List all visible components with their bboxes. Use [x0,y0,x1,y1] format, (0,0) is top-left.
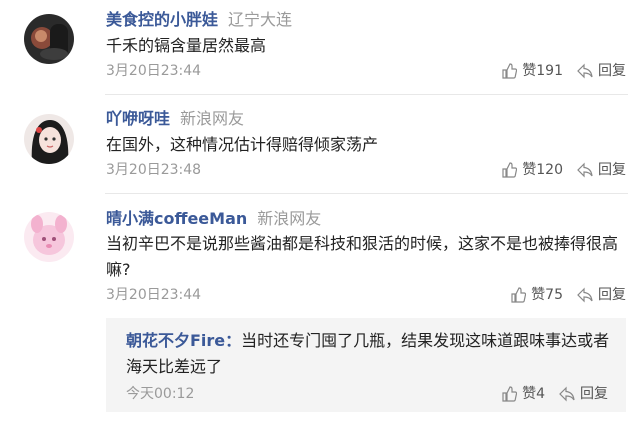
reply-button[interactable]: 回复 [577,160,626,180]
comment-text: 在国外，这种情况估计得赔得倾家荡产 [106,135,379,154]
thumbs-up-icon [502,386,518,402]
comment-meta: 3月20日23:48 赞120 回复 [106,160,626,180]
avatar-pink-character-icon [24,212,74,262]
user-location: 新浪网友 [180,109,245,128]
username[interactable]: 美食控的小胖娃 [106,10,218,29]
like-button[interactable]: 赞191 [501,61,563,81]
like-button[interactable]: 赞4 [501,384,545,404]
comment-header: 吖咿呀哇 新浪网友 [106,109,244,129]
timestamp: 3月20日23:44 [106,63,202,79]
avatar[interactable] [24,114,74,164]
reply-meta: 今天00:12 赞4 回复 [126,384,608,404]
thumbs-up-icon [511,287,527,303]
user-location: 辽宁大连 [228,10,293,29]
divider [105,94,628,95]
like-count: 赞4 [522,386,545,402]
like-button[interactable]: 赞120 [501,160,563,180]
reply-arrow-icon [577,162,593,178]
reply-arrow-icon [577,63,593,79]
reply-content: 朝花不夕Fire：当时还专门囤了几瓶，结果发现这味道跟味事达或者海天比差远了 [126,328,616,380]
reply-button[interactable]: 回复 [577,61,626,81]
like-count: 赞75 [531,287,563,303]
reply-button[interactable]: 回复 [559,384,608,404]
reply-label: 回复 [598,162,626,178]
divider [105,193,628,194]
thumbs-up-icon [502,162,518,178]
comment-meta: 3月20日23:44 赞191 回复 [106,61,626,81]
like-count: 赞120 [522,162,563,178]
avatar-girl-illustration-icon [24,114,74,164]
comment-meta: 3月20日23:44 赞75 回复 [106,285,626,305]
reply-username[interactable]: 朝花不夕Fire： [126,331,241,350]
thumbs-up-icon [502,63,518,79]
reply-button[interactable]: 回复 [577,285,626,305]
avatar[interactable] [24,14,74,64]
avatar-dark-photo-icon [24,14,74,64]
username[interactable]: 吖咿呀哇 [106,109,170,128]
timestamp: 3月20日23:48 [106,162,202,178]
timestamp: 3月20日23:44 [106,287,202,303]
reply-label: 回复 [598,63,626,79]
like-count: 赞191 [522,63,563,79]
reply-arrow-icon [559,386,575,402]
comment-header: 美食控的小胖娃 辽宁大连 [106,10,292,30]
reply-arrow-icon [577,287,593,303]
like-button[interactable]: 赞75 [510,285,563,305]
user-location: 新浪网友 [257,209,322,228]
reply-label: 回复 [598,287,626,303]
reply-label: 回复 [580,386,608,402]
comment-text: 千禾的镉含量居然最高 [106,36,267,55]
nested-reply: 朝花不夕Fire：当时还专门囤了几瓶，结果发现这味道跟味事达或者海天比差远了 今… [106,318,626,412]
comment-header: 晴小满coffeeMan 新浪网友 [106,209,321,229]
avatar[interactable] [24,212,74,262]
timestamp: 今天00:12 [126,386,195,402]
username[interactable]: 晴小满coffeeMan [106,209,247,228]
comment-text: 当初辛巴不是说那些酱油都是科技和狠活的时候，这家不是也被捧得很高嘛? [106,234,619,279]
